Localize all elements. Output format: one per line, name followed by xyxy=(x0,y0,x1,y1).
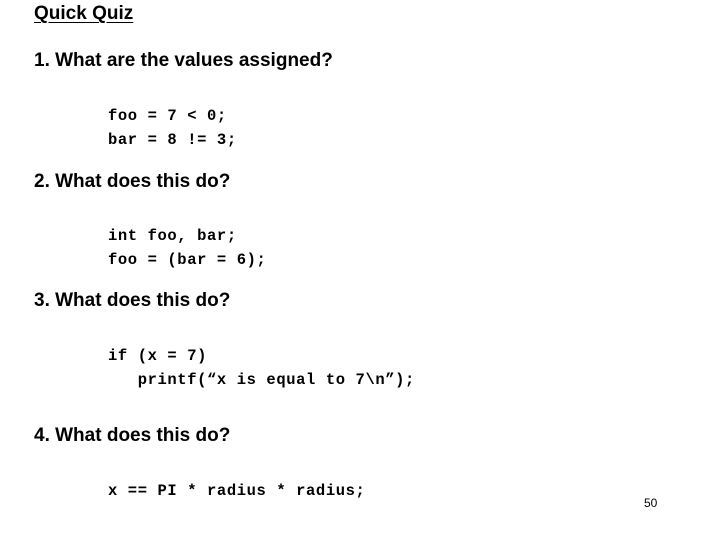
question-3-heading: 3. What does this do? xyxy=(34,290,231,311)
question-1-heading: 1. What are the values assigned? xyxy=(34,50,333,71)
question-4-heading: 4. What does this do? xyxy=(34,425,231,446)
question-4-code: x == PI * radius * radius; xyxy=(108,482,366,500)
slide: Quick Quiz 1. What are the values assign… xyxy=(0,0,720,540)
question-1-code: foo = 7 < 0; bar = 8 != 3; xyxy=(108,107,237,149)
question-2-heading: 2. What does this do? xyxy=(34,171,231,192)
question-3-code: if (x = 7) printf(“x is equal to 7\n”); xyxy=(108,347,415,389)
slide-title: Quick Quiz xyxy=(34,3,134,24)
question-2-code: int foo, bar; foo = (bar = 6); xyxy=(108,227,267,269)
page-number: 50 xyxy=(644,496,658,510)
